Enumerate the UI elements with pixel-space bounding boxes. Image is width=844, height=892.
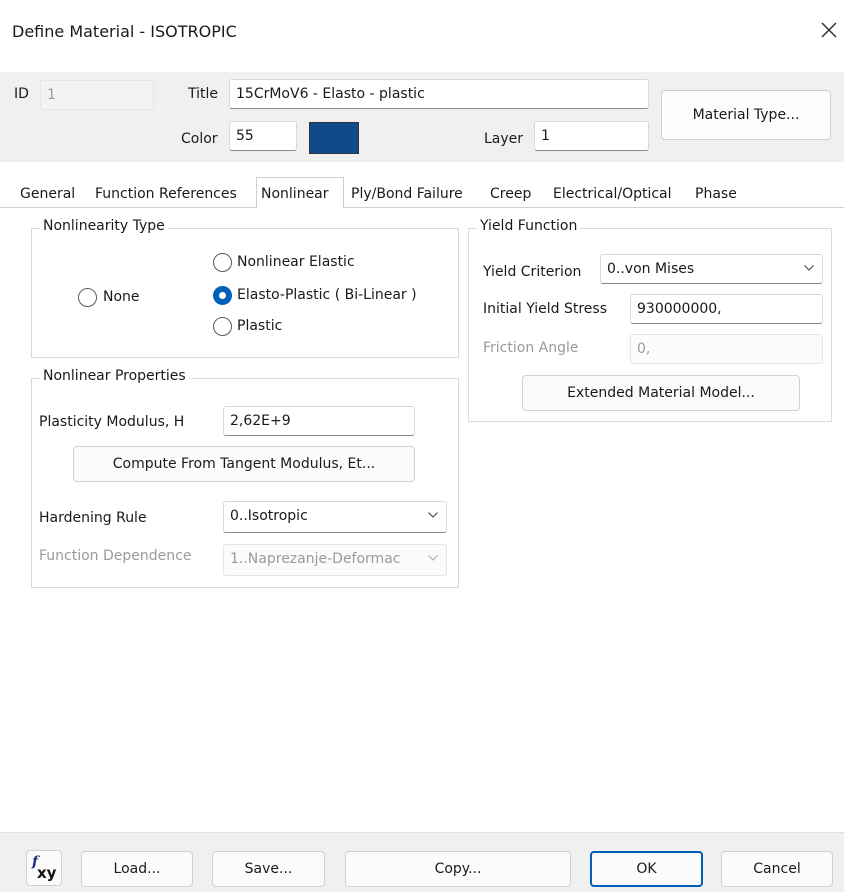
nonlinearity-type-title: Nonlinearity Type — [40, 218, 168, 234]
tab-nonlinear[interactable]: Nonlinear — [256, 177, 344, 208]
yield-criterion-value: 0..von Mises — [607, 261, 695, 277]
yield-function-title: Yield Function — [477, 218, 581, 234]
layer-label: Layer — [484, 131, 524, 147]
chevron-down-icon — [428, 555, 438, 561]
title-label: Title — [188, 86, 219, 102]
chevron-down-icon — [804, 265, 814, 271]
tab-phase[interactable]: Phase — [691, 180, 741, 208]
cancel-button[interactable]: Cancel — [721, 851, 833, 887]
friction-angle-field: 0, — [630, 334, 823, 364]
save-button[interactable]: Save... — [212, 851, 325, 887]
radio-plastic-label[interactable]: Plastic — [237, 318, 282, 334]
load-button[interactable]: Load... — [81, 851, 193, 887]
initial-yield-stress-label: Initial Yield Stress — [483, 301, 607, 317]
fxy-icon: f xy — [31, 854, 57, 882]
radio-none-label[interactable]: None — [103, 289, 140, 305]
yield-criterion-select[interactable]: 0..von Mises — [600, 254, 823, 284]
radio-plastic[interactable] — [213, 317, 232, 336]
id-field: 1 — [40, 80, 154, 110]
tab-electrical-optical[interactable]: Electrical/Optical — [549, 180, 676, 208]
radio-nonlinear-elastic[interactable] — [213, 253, 232, 272]
radio-none[interactable] — [78, 288, 97, 307]
extended-material-model-button[interactable]: Extended Material Model... — [522, 375, 800, 411]
svg-text:xy: xy — [37, 864, 57, 882]
hardening-rule-select[interactable]: 0..Isotropic — [223, 501, 447, 533]
tab-creep[interactable]: Creep — [486, 180, 535, 208]
plasticity-modulus-label: Plasticity Modulus, H — [39, 414, 185, 430]
id-label: ID — [14, 86, 29, 102]
color-label: Color — [181, 131, 218, 147]
tab-function-references[interactable]: Function References — [91, 180, 241, 208]
color-swatch[interactable] — [309, 122, 359, 154]
nonlinear-properties-title: Nonlinear Properties — [40, 368, 189, 384]
color-field[interactable]: 55 — [229, 121, 297, 151]
radio-elasto-plastic-label[interactable]: Elasto-Plastic ( Bi-Linear ) — [237, 287, 417, 303]
hardening-rule-label: Hardening Rule — [39, 510, 147, 526]
ok-button[interactable]: OK — [590, 851, 703, 887]
material-type-button[interactable]: Material Type... — [661, 90, 831, 140]
function-dependence-select: 1..Naprezanje-Deformac — [223, 544, 447, 576]
chevron-down-icon — [428, 512, 438, 518]
hardening-rule-value: 0..Isotropic — [230, 508, 308, 524]
yield-criterion-label: Yield Criterion — [483, 264, 582, 280]
layer-field[interactable]: 1 — [534, 121, 649, 151]
fxy-button[interactable]: f xy — [26, 850, 62, 886]
initial-yield-stress-field[interactable]: 930000000, — [630, 294, 823, 324]
compute-from-tangent-button[interactable]: Compute From Tangent Modulus, Et... — [73, 446, 415, 482]
close-icon[interactable] — [817, 18, 841, 42]
function-dependence-label: Function Dependence — [39, 548, 192, 564]
function-dependence-value: 1..Naprezanje-Deformac — [230, 551, 401, 567]
radio-elasto-plastic[interactable] — [213, 286, 232, 305]
window-title: Define Material - ISOTROPIC — [12, 22, 237, 41]
copy-button[interactable]: Copy... — [345, 851, 571, 887]
title-field[interactable]: 15CrMoV6 - Elasto - plastic — [229, 79, 649, 109]
radio-nonlinear-elastic-label[interactable]: Nonlinear Elastic — [237, 254, 355, 270]
plasticity-modulus-field[interactable]: 2,62E+9 — [223, 406, 415, 436]
tab-general[interactable]: General — [16, 180, 79, 208]
friction-angle-label: Friction Angle — [483, 340, 579, 356]
tab-ply-bond-failure[interactable]: Ply/Bond Failure — [347, 180, 467, 208]
